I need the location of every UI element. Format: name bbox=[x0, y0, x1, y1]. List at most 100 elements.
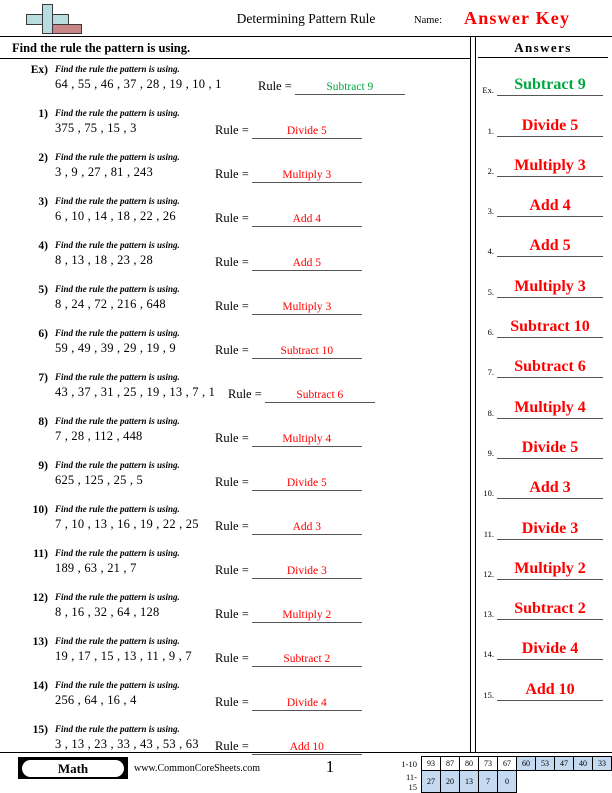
answer-value[interactable]: Multiply 3 bbox=[497, 157, 603, 177]
rule-answer-blank[interactable]: Add 3 bbox=[251, 521, 362, 535]
score-table-row: 11-15 27 20 13 7 0 bbox=[399, 770, 612, 793]
answer-value[interactable]: Add 10 bbox=[497, 681, 603, 701]
problem-row: 12) Find the rule the pattern is using. 8 … bbox=[0, 588, 470, 632]
column-divider-left bbox=[470, 36, 471, 752]
answer-value[interactable]: Multiply 3 bbox=[497, 278, 603, 298]
answer-number: 2. bbox=[487, 165, 494, 176]
rule-answer-blank[interactable]: Divide 3 bbox=[251, 565, 362, 579]
problem-row: 3) Find the rule the pattern is using. 6 ,… bbox=[0, 192, 470, 236]
problem-number: 3) bbox=[38, 196, 48, 208]
rule-answer-blank[interactable]: Divide 5 bbox=[251, 125, 362, 139]
subject-badge: Math bbox=[18, 757, 128, 779]
score-cell-empty bbox=[517, 771, 536, 793]
rule-answer-blank[interactable]: Add 4 bbox=[251, 213, 362, 227]
rule-answer-blank[interactable]: Divide 5 bbox=[251, 477, 362, 491]
score-cell: 40 bbox=[573, 756, 593, 771]
answer-row: 1. Divide 5 bbox=[478, 104, 612, 144]
score-table: 1-10 93 87 80 73 67 60 53 47 40 33 11-15 27 20 13 7 0 bbox=[399, 756, 612, 793]
problem-sequence: 3 , 13 , 23 , 33 , 43 , 53 , 63 bbox=[55, 737, 199, 751]
answer-value[interactable]: Multiply 4 bbox=[497, 399, 603, 419]
answer-value[interactable]: Add 3 bbox=[497, 479, 603, 500]
answer-number: 3. bbox=[487, 206, 494, 217]
problem-row: 5) Find the rule the pattern is using. 8 ,… bbox=[0, 280, 470, 324]
rule-answer-blank[interactable]: Subtract 6 bbox=[264, 389, 375, 403]
answer-number: 10. bbox=[483, 488, 494, 499]
answer-number: 9. bbox=[487, 447, 494, 458]
rule-answer-blank[interactable]: Subtract 9 bbox=[294, 81, 405, 95]
score-table-row: 1-10 93 87 80 73 67 60 53 47 40 33 bbox=[399, 756, 612, 771]
answer-value[interactable]: Subtract 2 bbox=[497, 600, 603, 621]
answer-value[interactable]: Subtract 6 bbox=[497, 358, 603, 379]
problem-prompt: Find the rule the pattern is using. bbox=[55, 196, 180, 206]
rule-answer-blank[interactable]: Subtract 10 bbox=[251, 345, 362, 359]
score-cell: 13 bbox=[459, 770, 479, 793]
score-cell: 20 bbox=[440, 770, 460, 793]
answer-value[interactable]: Multiply 2 bbox=[497, 560, 603, 580]
page-header: Determining Pattern Rule Name: Answer Ke… bbox=[0, 0, 612, 38]
answer-row: 13. Subtract 2 bbox=[478, 588, 612, 628]
problem-prompt: Find the rule the pattern is using. bbox=[55, 724, 180, 734]
rule-answer-group: Rule = Subtract 2 bbox=[215, 649, 362, 667]
problem-row: 11) Find the rule the pattern is using. 18… bbox=[0, 544, 470, 588]
rule-answer-group: Rule = Subtract 10 bbox=[215, 341, 362, 359]
problem-sequence: 7 , 28 , 112 , 448 bbox=[55, 429, 143, 443]
answer-value[interactable]: Subtract 9 bbox=[497, 76, 603, 97]
score-cell-empty bbox=[574, 771, 593, 793]
problem-row: Ex) Find the rule the pattern is using. 64… bbox=[0, 60, 470, 104]
problem-prompt: Find the rule the pattern is using. bbox=[55, 240, 180, 250]
rule-answer-blank[interactable]: Multiply 2 bbox=[251, 609, 362, 623]
problem-row: 14) Find the rule the pattern is using. 25… bbox=[0, 676, 470, 720]
answer-value[interactable]: Divide 3 bbox=[497, 520, 603, 540]
answer-row: 2. Multiply 3 bbox=[478, 145, 612, 185]
problem-prompt: Find the rule the pattern is using. bbox=[55, 416, 180, 426]
score-range-label: 11-15 bbox=[405, 771, 417, 792]
answer-value[interactable]: Add 5 bbox=[497, 237, 603, 258]
rule-label: Rule = bbox=[215, 123, 249, 137]
score-cell: 27 bbox=[421, 770, 441, 793]
rule-label: Rule = bbox=[258, 79, 292, 93]
rule-answer-blank[interactable]: Multiply 3 bbox=[251, 301, 362, 315]
score-cell: 0 bbox=[497, 770, 517, 793]
problem-sequence: 7 , 10 , 13 , 16 , 19 , 22 , 25 bbox=[55, 517, 199, 531]
answer-value[interactable]: Divide 4 bbox=[497, 640, 603, 661]
answer-row: 15. Add 10 bbox=[478, 668, 612, 708]
rule-answer-blank[interactable]: Multiply 4 bbox=[251, 433, 362, 447]
problem-number: 12) bbox=[32, 592, 48, 604]
problem-number: 14) bbox=[32, 680, 48, 692]
problem-row: 4) Find the rule the pattern is using. 8 ,… bbox=[0, 236, 470, 280]
problem-sequence: 19 , 17 , 15 , 13 , 11 , 9 , 7 bbox=[55, 649, 192, 663]
problem-row: 13) Find the rule the pattern is using. 19… bbox=[0, 632, 470, 676]
answer-value[interactable]: Divide 5 bbox=[497, 117, 603, 137]
rule-answer-blank[interactable]: Multiply 3 bbox=[251, 169, 362, 183]
answer-value[interactable]: Divide 5 bbox=[497, 439, 603, 459]
answer-row: 6. Subtract 10 bbox=[478, 306, 612, 346]
score-cell: 33 bbox=[592, 756, 612, 771]
problem-prompt: Find the rule the pattern is using. bbox=[55, 592, 180, 602]
rule-answer-blank[interactable]: Add 5 bbox=[251, 257, 362, 271]
answer-number: Ex. bbox=[482, 85, 494, 96]
answer-number: 4. bbox=[487, 246, 494, 257]
problem-sequence: 375 , 75 , 15 , 3 bbox=[55, 121, 137, 135]
rule-label: Rule = bbox=[215, 343, 249, 357]
problem-number: 6) bbox=[38, 328, 48, 340]
score-cell: 67 bbox=[497, 756, 517, 771]
problem-prompt: Find the rule the pattern is using. bbox=[55, 152, 180, 162]
problem-number: 13) bbox=[32, 636, 48, 648]
rule-answer-blank[interactable]: Divide 4 bbox=[251, 697, 362, 711]
answer-row: 11. Divide 3 bbox=[478, 507, 612, 547]
score-cell: 93 bbox=[421, 756, 441, 771]
score-cell-empty bbox=[555, 771, 574, 793]
score-cell: 80 bbox=[459, 756, 479, 771]
rule-answer-group: Rule = Subtract 9 bbox=[258, 77, 405, 95]
rule-answer-blank[interactable]: Subtract 2 bbox=[251, 653, 362, 667]
problem-row: 2) Find the rule the pattern is using. 3 ,… bbox=[0, 148, 470, 192]
answer-value[interactable]: Add 4 bbox=[497, 197, 603, 218]
score-cell: 53 bbox=[535, 756, 555, 771]
answer-value[interactable]: Subtract 10 bbox=[497, 318, 603, 339]
rule-label: Rule = bbox=[215, 255, 249, 269]
rule-label: Rule = bbox=[215, 651, 249, 665]
problem-row: 9) Find the rule the pattern is using. 625… bbox=[0, 456, 470, 500]
problem-sequence: 256 , 64 , 16 , 4 bbox=[55, 693, 137, 707]
rule-answer-group: Rule = Divide 3 bbox=[215, 561, 362, 579]
subject-badge-label: Math bbox=[22, 759, 124, 777]
